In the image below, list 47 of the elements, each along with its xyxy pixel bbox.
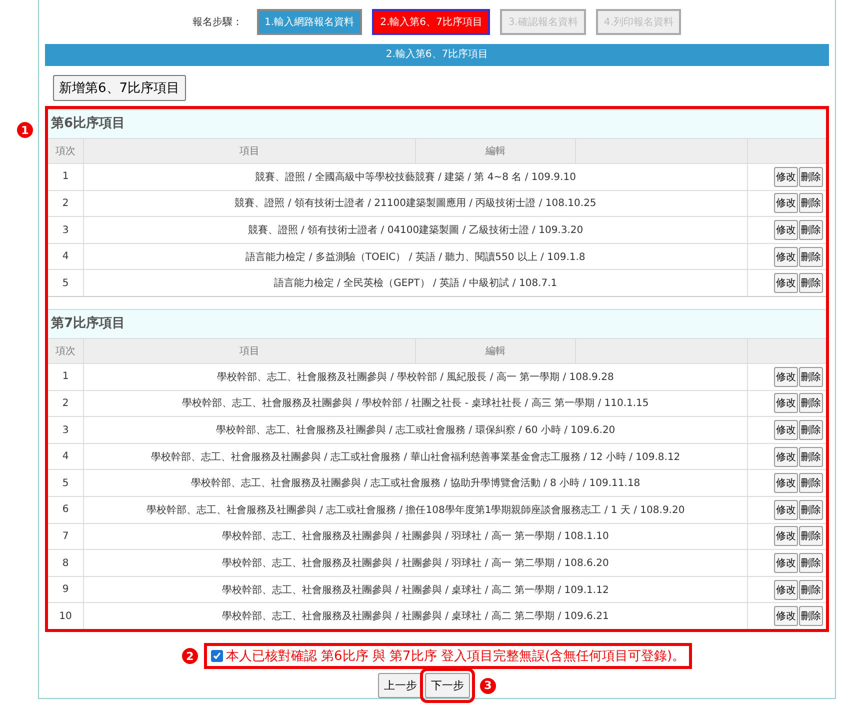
delete-button[interactable]: 刪除 [799,273,823,294]
section-banner: 2.輸入第6、7比序項目 [45,44,829,66]
checkbox-icon[interactable] [210,650,223,662]
step-button[interactable]: 2.輸入第6、7比序項目 [372,9,490,36]
edit-button[interactable]: 修改 [774,606,798,626]
edit-button[interactable]: 修改 [774,500,798,520]
edit-button[interactable]: 修改 [774,393,798,414]
table-cell: 5 [48,270,84,296]
annotation-marker: 3 [480,678,496,694]
delete-button[interactable]: 刪除 [799,473,823,494]
edit-button[interactable]: 修改 [774,366,798,387]
delete-button[interactable]: 刪除 [799,420,823,440]
edit-button[interactable]: 修改 [774,193,798,214]
delete-button[interactable]: 刪除 [799,166,823,187]
edit-button[interactable]: 修改 [774,446,798,467]
delete-button[interactable]: 刪除 [799,366,823,387]
table-cell: 10 [48,603,84,629]
annotation-marker: 1 [17,122,33,138]
confirm-checkbox[interactable]: 本人已核對確認 第6比序 與 第7比序 登入項目完整無誤(含無任何項目可登錄)。 [204,643,692,669]
delete-button[interactable]: 刪除 [799,193,823,214]
edit-button[interactable]: 修改 [774,526,798,546]
delete-button[interactable]: 刪除 [799,553,823,574]
delete-button[interactable]: 刪除 [799,393,823,414]
delete-button[interactable]: 刪除 [799,220,823,240]
edit-button[interactable]: 修改 [774,473,798,494]
edit-button[interactable]: 修改 [774,246,798,267]
section-title: 第7比序項目 [48,309,826,338]
section-title: 第6比序項目 [48,109,826,138]
confirm-label: 本人已核對確認 第6比序 與 第7比序 登入項目完整無誤(含無任何項目可登錄)。 [226,648,686,665]
delete-button[interactable]: 刪除 [799,446,823,467]
delete-button[interactable]: 刪除 [799,246,823,267]
delete-button[interactable]: 刪除 [799,606,823,626]
table-cell: 學校幹部、志工、社會服務及社團參與 / 社團參與 / 桌球社 / 高二 第二學期 / 109.6.21 [84,603,748,629]
edit-button[interactable]: 修改 [774,166,798,187]
delete-button[interactable]: 刪除 [799,526,823,546]
edit-button[interactable]: 修改 [774,220,798,240]
edit-button[interactable]: 修改 [774,553,798,574]
edit-button[interactable]: 修改 [774,580,798,600]
annotation-marker: 2 [182,648,198,664]
previous-button[interactable]: 上一步 [378,673,423,698]
delete-button[interactable]: 刪除 [799,580,823,600]
add-item-button[interactable]: 新增第6、7比序項目 [53,75,186,102]
table-cell: 語言能力檢定 / 全民英檢（GEPT） / 英語 / 中級初試 / 108.7.1 [84,270,748,296]
delete-button[interactable]: 刪除 [799,500,823,520]
edit-button[interactable]: 修改 [774,420,798,440]
edit-button[interactable]: 修改 [774,273,798,294]
steps-label: 報名步驟： [192,16,243,30]
